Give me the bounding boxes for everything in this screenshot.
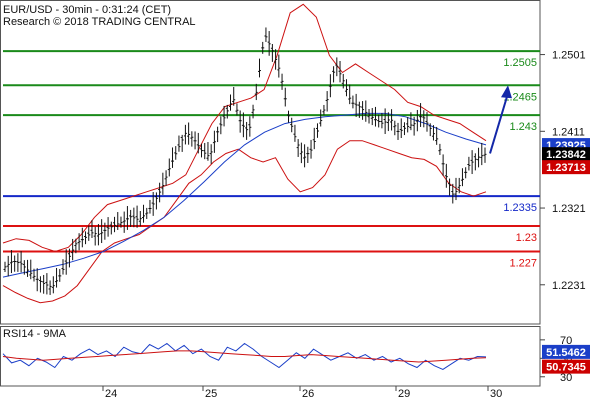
price-tag-label: 1.23842: [546, 149, 586, 161]
chart-title: EUR/USD - 30min - 0:31:24 (CET): [3, 4, 171, 16]
price-tag-label: 1.23713: [546, 162, 586, 174]
level-label: 1.23: [516, 232, 537, 244]
price-axis-tick-label: 1.2411: [552, 126, 585, 138]
price-axis-tick-label: 1.2231: [552, 280, 586, 292]
chart-stage: 1.22311.23211.24111.25011.25051.24651.24…: [0, 0, 590, 400]
price-axis-tick-label: 1.2321: [552, 203, 586, 215]
rsi-tag-label: 51.5462: [546, 347, 586, 359]
x-axis-tick-label: 25: [205, 388, 217, 400]
x-axis-tick-label: 24: [105, 388, 117, 400]
chart-copyright: Research © 2018 TRADING CENTRAL: [3, 16, 196, 28]
x-axis-tick-label: 26: [302, 388, 314, 400]
level-label: 1.243: [509, 121, 537, 133]
price-axis-tick-label: 1.2501: [552, 50, 586, 62]
chart-background: [0, 0, 590, 400]
level-label: 1.2335: [503, 202, 537, 214]
rsi-title: RSI14 - 9MA: [3, 328, 67, 340]
level-label: 1.227: [509, 258, 537, 270]
x-axis-tick-label: 30: [490, 388, 502, 400]
rsi-tag-label: 50.7345: [546, 362, 586, 374]
x-axis-tick-label: 29: [398, 388, 410, 400]
level-label: 1.2505: [503, 57, 537, 69]
